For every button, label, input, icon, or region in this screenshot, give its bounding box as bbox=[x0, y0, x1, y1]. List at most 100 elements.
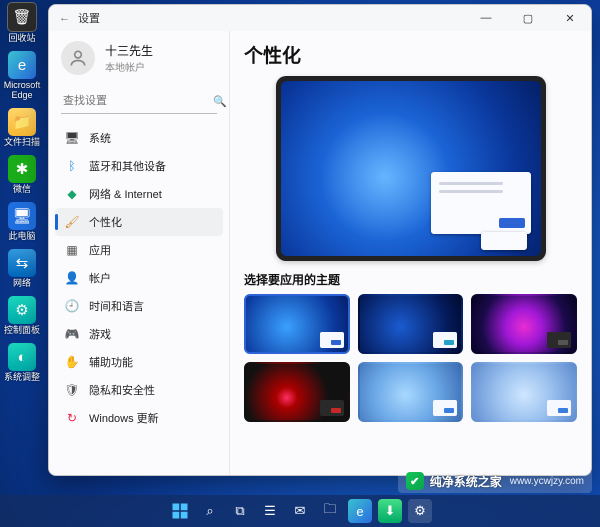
nav-item-shield[interactable]: 🛡 隐私和安全性 bbox=[55, 376, 223, 404]
avatar bbox=[61, 41, 95, 75]
game-icon: 🎮 bbox=[65, 327, 79, 341]
nav-item-label: 帐户 bbox=[89, 270, 111, 286]
nav-item-label: 辅助功能 bbox=[89, 354, 133, 370]
close-button[interactable]: ✕ bbox=[553, 5, 587, 31]
wallpaper-preview[interactable] bbox=[276, 76, 546, 261]
theme-window-mock bbox=[433, 332, 457, 348]
theme-option[interactable] bbox=[358, 294, 464, 354]
theme-window-mock bbox=[547, 400, 571, 416]
folder-icon: 📁 bbox=[8, 108, 36, 136]
desktop-icon-label: Microsoft Edge bbox=[2, 80, 42, 100]
profile-block[interactable]: 十三先生 本地帐户 bbox=[49, 31, 229, 85]
theme-window-mock bbox=[320, 400, 344, 416]
bt-icon: ᛒ bbox=[65, 159, 79, 173]
edge-icon: e bbox=[8, 51, 36, 79]
nav-item-label: 时间和语言 bbox=[89, 298, 144, 314]
desktop-icon-recycle[interactable]: 🗑 回收站 bbox=[2, 2, 42, 43]
watermark-logo-icon: ✔ bbox=[406, 472, 424, 490]
nav-item-acc[interactable]: ✋ 辅助功能 bbox=[55, 348, 223, 376]
user-icon: 👤 bbox=[65, 271, 79, 285]
wallpaper-image bbox=[281, 81, 541, 256]
desktop-icon-thispc[interactable]: 🖥 此电脑 bbox=[2, 202, 42, 241]
desktop-icon-label: 网络 bbox=[13, 278, 31, 288]
taskbar-chat[interactable]: ✉ bbox=[288, 499, 312, 523]
nav-item-game[interactable]: 🎮游戏 bbox=[55, 320, 223, 348]
preview-window-mock-small bbox=[481, 232, 527, 250]
desktop-icon-tune[interactable]: ◐ 系统调整 bbox=[2, 343, 42, 382]
nav-item-label: 个性化 bbox=[89, 214, 122, 230]
nav-item-label: 网络 & Internet bbox=[89, 186, 162, 202]
taskbar-widgets[interactable]: ☰ bbox=[258, 499, 282, 523]
nav-item-apps[interactable]: ▦应用 bbox=[55, 236, 223, 264]
desktop-icon-label: 文件扫描 bbox=[4, 137, 40, 147]
page-title: 个性化 bbox=[244, 41, 577, 68]
wechat-icon: ✱ bbox=[8, 155, 36, 183]
taskbar-task-view[interactable]: ⧉ bbox=[228, 499, 252, 523]
windows-icon bbox=[171, 502, 189, 520]
time-icon: 🕘 bbox=[65, 299, 79, 313]
theme-grid bbox=[244, 294, 577, 422]
desktop-icon-edge[interactable]: e Microsoft Edge bbox=[2, 51, 42, 100]
nav-item-label: 系统 bbox=[89, 130, 111, 146]
taskbar-settings[interactable]: ⚙ bbox=[408, 499, 432, 523]
desktop-icon-network[interactable]: ⇆ 网络 bbox=[2, 249, 42, 288]
theme-option[interactable] bbox=[471, 362, 577, 422]
nav-item-bt[interactable]: ᛒ 蓝牙和其他设备 bbox=[55, 152, 223, 180]
desktop-icon-folder[interactable]: 📁 文件扫描 bbox=[2, 108, 42, 147]
search-box[interactable]: 🔍 bbox=[61, 89, 217, 114]
back-icon[interactable]: ← bbox=[59, 12, 70, 24]
desktop-icon-wechat[interactable]: ✱ 微信 bbox=[2, 155, 42, 194]
theme-window-mock bbox=[320, 332, 344, 348]
nav-item-net[interactable]: ◆网络 & Internet bbox=[55, 180, 223, 208]
tune-icon: ◐ bbox=[8, 343, 36, 371]
desktop-icon-label: 控制面板 bbox=[4, 325, 40, 335]
taskbar-edge[interactable]: e bbox=[348, 499, 372, 523]
profile-name: 十三先生 bbox=[105, 42, 153, 59]
theme-window-mock bbox=[433, 400, 457, 416]
nav-item-label: 蓝牙和其他设备 bbox=[89, 158, 166, 174]
theme-option[interactable] bbox=[358, 362, 464, 422]
settings-window: ← 设置 — ▢ ✕ 十三先生 本地帐户 bbox=[48, 4, 592, 476]
desktop-icon-label: 系统调整 bbox=[4, 372, 40, 382]
nav-list: 🖥系统 ᛒ 蓝牙和其他设备 ◆网络 & Internet🖌个性化▦应用 👤 帐户 🕘 时间和语… bbox=[49, 122, 229, 475]
nav-item-brush[interactable]: 🖌个性化 bbox=[55, 208, 223, 236]
preview-window-mock bbox=[431, 172, 531, 234]
taskbar-search[interactable]: ⌕ bbox=[198, 499, 222, 523]
shield-icon: 🛡 bbox=[65, 383, 79, 397]
search-input[interactable] bbox=[61, 94, 207, 108]
control-icon: ⚙ bbox=[8, 296, 36, 324]
sidebar: 十三先生 本地帐户 🔍 🖥系统 ᛒ 蓝牙和其他设备 ◆网络 & Internet🖌个性… bbox=[49, 31, 230, 475]
titlebar[interactable]: ← 设置 — ▢ ✕ bbox=[49, 5, 591, 31]
minimize-button[interactable]: — bbox=[469, 5, 503, 31]
nav-item-label: 应用 bbox=[89, 242, 111, 258]
user-icon bbox=[68, 48, 88, 68]
desktop-icon-control[interactable]: ⚙ 控制面板 bbox=[2, 296, 42, 335]
wu-icon: ↻ bbox=[65, 411, 79, 425]
theme-window-mock bbox=[547, 332, 571, 348]
profile-sub: 本地帐户 bbox=[105, 59, 153, 74]
acc-icon: ✋ bbox=[65, 355, 79, 369]
taskbar[interactable]: ⌕⧉☰✉🗀e⬇⚙ bbox=[0, 495, 600, 527]
search-icon: 🔍 bbox=[213, 95, 227, 108]
taskbar-file-explorer[interactable]: 🗀 bbox=[318, 499, 342, 523]
desktop-icon-label: 此电脑 bbox=[8, 231, 35, 241]
nav-item-time[interactable]: 🕘 时间和语言 bbox=[55, 292, 223, 320]
nav-item-user[interactable]: 👤 帐户 bbox=[55, 264, 223, 292]
theme-option[interactable] bbox=[244, 362, 350, 422]
nav-item-wu[interactable]: ↻ Windows 更新 bbox=[55, 404, 223, 432]
theme-option[interactable] bbox=[471, 294, 577, 354]
theme-option[interactable] bbox=[244, 294, 350, 354]
nav-item-label: Windows 更新 bbox=[89, 410, 159, 426]
desktop-icon-label: 回收站 bbox=[8, 33, 35, 43]
network-icon: ⇆ bbox=[8, 249, 36, 277]
nav-item-label: 隐私和安全性 bbox=[89, 382, 155, 398]
watermark-url: www.ycwjzy.com bbox=[510, 476, 584, 487]
maximize-button[interactable]: ▢ bbox=[511, 5, 545, 31]
taskbar-store[interactable]: ⬇ bbox=[378, 499, 402, 523]
nav-item-display[interactable]: 🖥系统 bbox=[55, 124, 223, 152]
desktop-icons: 🗑 回收站 e Microsoft Edge 📁 文件扫描 ✱ 微信 🖥 此电脑… bbox=[2, 2, 44, 382]
taskbar-start[interactable] bbox=[168, 499, 192, 523]
themes-heading: 选择要应用的主题 bbox=[244, 271, 577, 288]
desktop: 🗑 回收站 e Microsoft Edge 📁 文件扫描 ✱ 微信 🖥 此电脑… bbox=[0, 0, 600, 527]
watermark: ✔ 纯净系统之家 www.ycwjzy.com bbox=[398, 469, 592, 493]
